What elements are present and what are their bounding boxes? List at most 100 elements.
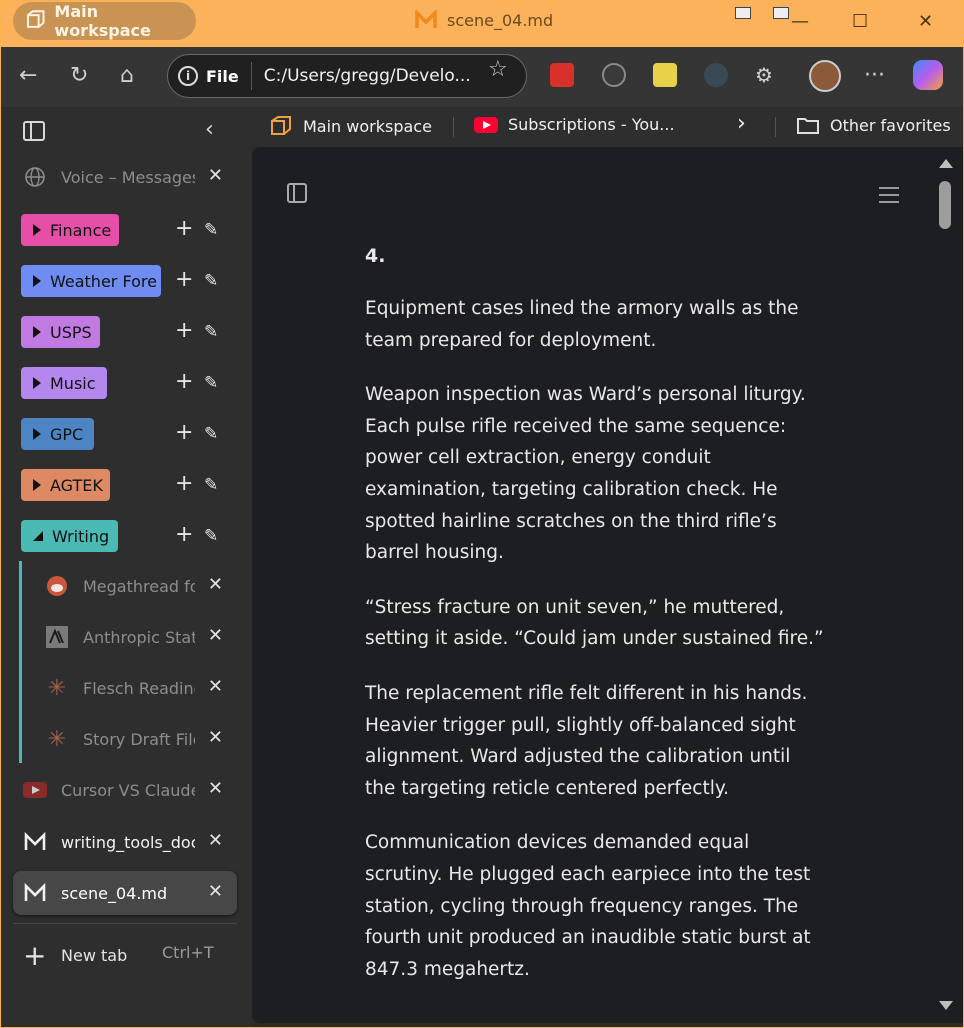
new-tab-button[interactable]: + New tab Ctrl+T [23,939,214,972]
window-title: scene_04.md [415,10,553,30]
collapse-sidebar-button[interactable]: ‹ [205,117,214,142]
refresh-button[interactable]: ↻ [70,63,88,88]
claude-icon: ✳ [47,675,67,701]
document-paragraph: Communication devices demanded equal scr… [365,832,811,980]
favorites-separator [453,117,454,137]
home-button[interactable]: ⌂ [120,63,134,88]
tab-scene-04[interactable]: scene_04.md ✕ [13,871,237,915]
favorite-main-workspace[interactable]: Main workspace [269,115,432,137]
maximize-button[interactable]: ☐ [852,11,868,32]
group-label: Music [50,373,96,393]
close-tab-icon[interactable]: ✕ [208,676,223,697]
edit-group-icon[interactable]: ✎ [204,322,218,342]
tab-writing-tools-doc[interactable]: writing_tools_doc ✕ [13,820,237,864]
tab-group-finance[interactable]: Finance [21,214,119,246]
add-tab-to-group-icon[interactable]: + [175,318,193,343]
vertical-tabs-sidebar: ‹ Voice – Messages ✕ Finance + ✎ Weather… [1,107,251,1027]
tab-flesch-reading[interactable]: ✳ Flesch Reading ✕ [35,666,237,710]
add-tab-to-group-icon[interactable]: + [175,369,193,394]
anthropic-icon [45,625,69,649]
extensions-icon[interactable]: ⚙ [755,63,773,87]
close-tab-icon[interactable]: ✕ [208,165,223,186]
markdown-icon [23,830,47,854]
edit-group-icon[interactable]: ✎ [204,220,218,240]
close-tab-icon[interactable]: ✕ [208,727,223,748]
spy-extension-icon[interactable] [704,63,728,87]
add-tab-to-group-icon[interactable]: + [175,522,193,547]
tab-label: Story Draft File [83,729,195,749]
other-favorites[interactable]: Other favorites [796,115,951,135]
expand-group-icon [33,479,41,491]
tab-label: Anthropic Statu [83,627,195,647]
plus-icon: + [23,939,47,972]
tab-voice-messages[interactable]: Voice – Messages ✕ [13,155,237,199]
rs-extension-icon[interactable] [602,63,626,87]
tab-label: Megathread fo [83,576,195,596]
address-text[interactable]: C:/Users/gregg/Develo... [264,66,471,86]
close-tab-icon[interactable]: ✕ [208,881,223,902]
claude-icon: ✳ [47,726,67,752]
tab-actions-icon[interactable] [735,7,751,19]
scroll-thumb[interactable] [939,181,951,229]
more-menu-button[interactable]: ··· [864,63,885,88]
back-button[interactable]: ← [19,63,37,88]
scroll-down-arrow[interactable] [939,1001,953,1010]
copilot-icon[interactable] [913,60,943,90]
tab-group-music[interactable]: Music [21,367,107,399]
tab-group-gpc[interactable]: GPC [21,418,94,450]
lastpass-extension-icon[interactable] [550,63,574,87]
star-icon[interactable]: ☆ [488,57,508,82]
menu-icon[interactable] [879,187,899,208]
tab-megathread[interactable]: Megathread fo ✕ [35,564,237,608]
document-paragraph: Equipment cases lined the armory walls a… [365,298,799,351]
tab-story-draft[interactable]: ✳ Story Draft File ✕ [35,717,237,761]
close-tab-icon[interactable]: ✕ [208,830,223,851]
tab-cursor-vs-claude[interactable]: Cursor VS Claude ✕ [13,768,237,812]
add-tab-to-group-icon[interactable]: + [175,471,193,496]
expand-group-icon [33,326,41,338]
minimize-button[interactable]: — [791,11,809,32]
edit-group-icon[interactable]: ✎ [204,271,218,291]
tab-group-agtek[interactable]: AGTEK [21,469,110,501]
document-paragraph: Weapon inspection was Ward’s personal li… [365,384,806,564]
address-bar[interactable]: i File C:/Users/gregg/Develo... [167,54,527,98]
address-separator [250,62,252,90]
scroll-up-arrow[interactable] [939,159,953,168]
expand-group-icon [33,377,41,389]
new-tab-shortcut: Ctrl+T [162,943,214,962]
favorites-separator [775,117,776,137]
site-info-button[interactable]: i File [178,66,239,86]
workspace-button[interactable]: Main workspace [13,2,196,40]
markdown-viewer: 4. Equipment cases lined the armory wall… [252,147,933,1023]
edit-group-icon[interactable]: ✎ [204,475,218,495]
workspace-icon [271,116,291,135]
close-window-button[interactable]: ✕ [918,11,933,32]
group-label: Finance [50,220,112,240]
tab-group-writing[interactable]: Writing [21,520,118,552]
add-tab-to-group-icon[interactable]: + [175,420,193,445]
favorites-overflow-button[interactable]: › [737,111,746,136]
edit-group-icon[interactable]: ✎ [204,526,218,546]
title-bar: Main workspace scene_04.md — ☐ ✕ [1,1,963,47]
tab-group-usps[interactable]: USPS [21,316,100,348]
tab-anthropic-status[interactable]: Anthropic Statu ✕ [35,615,237,659]
edit-group-icon[interactable]: ✎ [204,424,218,444]
favorite-subscriptions[interactable]: Subscriptions - You... [474,115,675,134]
add-tab-to-group-icon[interactable]: + [175,216,193,241]
reddit-icon [45,574,69,598]
favorite-label: Subscriptions - You... [508,115,675,134]
edit-group-icon[interactable]: ✎ [204,373,218,393]
close-tab-icon[interactable]: ✕ [208,574,223,595]
split-screen-icon[interactable] [773,7,789,19]
profile-avatar[interactable] [809,60,841,92]
toggle-outline-icon[interactable] [287,183,307,203]
add-tab-to-group-icon[interactable]: + [175,267,193,292]
close-tab-icon[interactable]: ✕ [208,778,223,799]
word-extension-icon[interactable] [653,63,677,87]
tab-group-weather[interactable]: Weather Fore [21,265,161,297]
close-tab-icon[interactable]: ✕ [208,625,223,646]
tab-actions-panel-icon[interactable] [23,121,45,141]
vertical-scrollbar[interactable] [933,147,963,1023]
globe-icon [23,165,47,189]
site-info-label: File [206,66,239,86]
